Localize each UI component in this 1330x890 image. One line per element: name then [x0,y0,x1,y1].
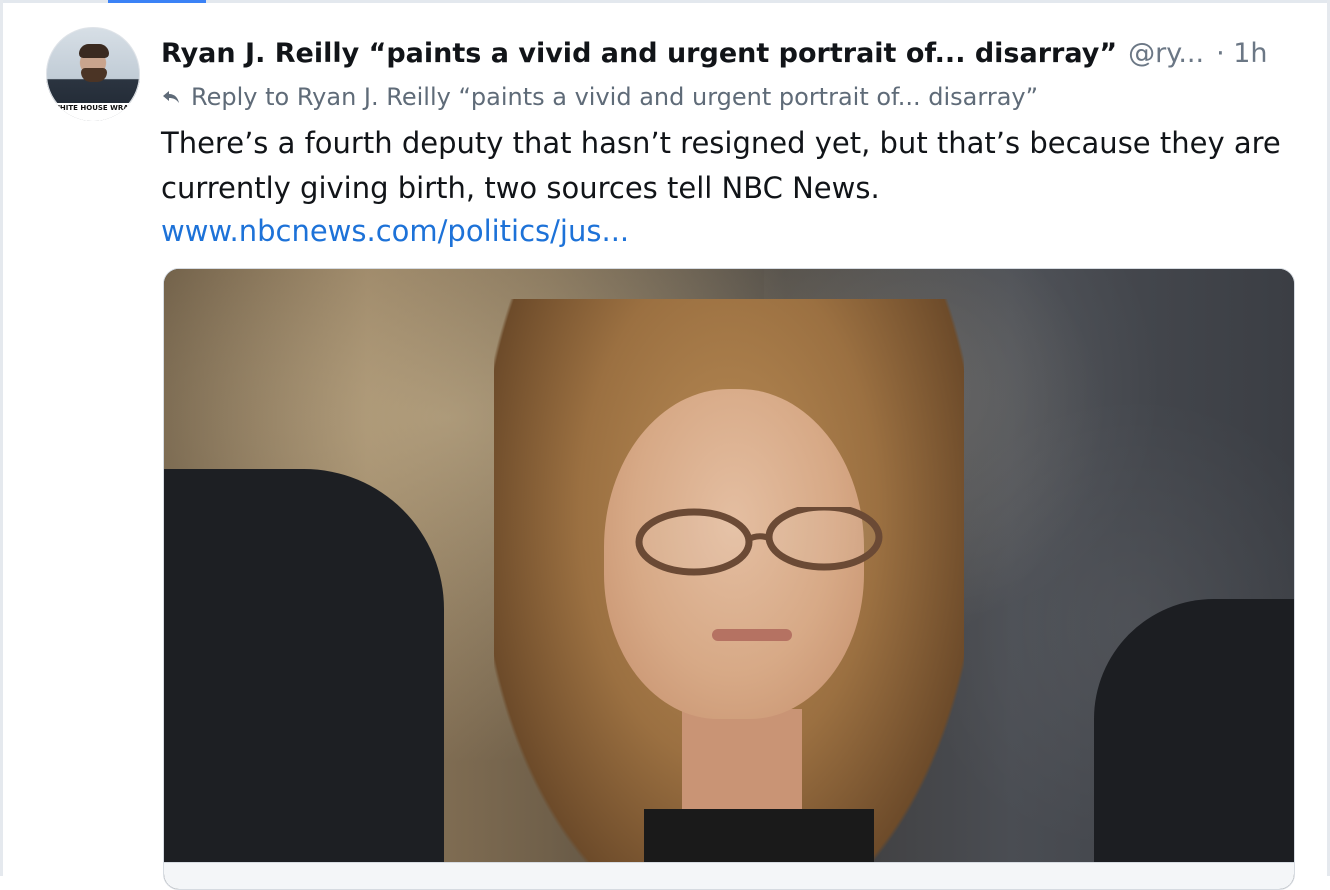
author-handle[interactable]: @ry... [1128,38,1204,69]
reply-context[interactable]: Reply to Ryan J. Reilly “paints a vivid … [161,77,1038,117]
link-preview-card[interactable] [163,268,1295,890]
avatar-beard [81,68,107,82]
post-timestamp[interactable]: · 1h [1216,38,1267,69]
reply-to-text: Reply to Ryan J. Reilly “paints a vivid … [191,83,1039,111]
reply-arrow-icon [163,91,179,103]
link-preview-footer [164,862,1294,889]
avatar[interactable]: WHITE HOUSE WRAP [46,27,140,121]
photo-mouth [712,629,792,641]
photo-right-figure [1094,599,1294,862]
avatar-hair [79,44,109,58]
post-text: There’s a fourth deputy that hasn’t resi… [161,126,1281,205]
photo-glasses [635,507,883,576]
post[interactable]: WHITE HOUSE WRAP Ryan J. Reilly “paints … [3,3,1327,890]
link-preview-image [164,269,1294,862]
photo-left-figure [164,469,444,862]
author-name[interactable]: Ryan J. Reilly “paints a vivid and urgen… [161,38,1117,69]
avatar-banner-text: WHITE HOUSE WRAP [46,103,140,121]
photo-clothing [644,809,874,862]
post-header: Ryan J. Reilly “paints a vivid and urgen… [161,31,1297,75]
post-link[interactable]: www.nbcnews.com/politics/jus... [161,209,629,254]
